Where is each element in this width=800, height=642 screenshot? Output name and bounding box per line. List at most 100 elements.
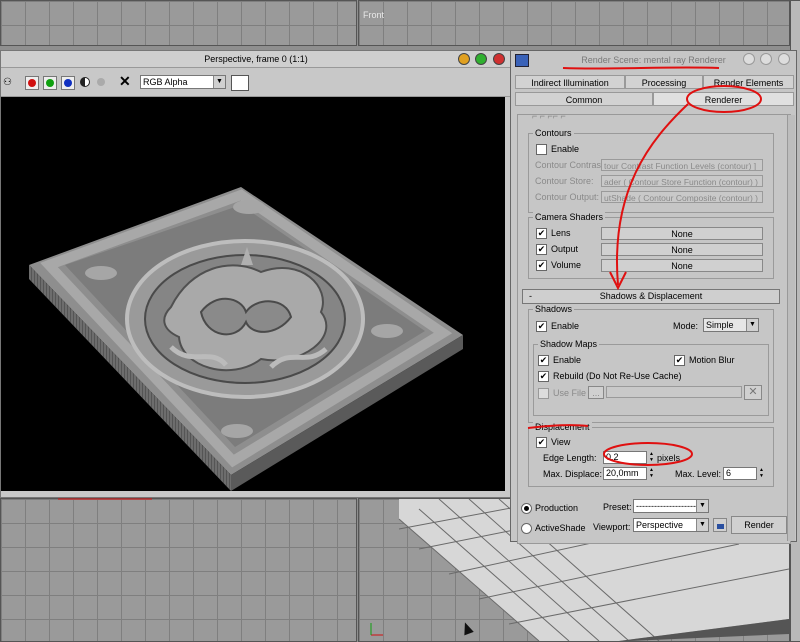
displacement-group-title: Displacement	[533, 422, 592, 432]
lens-shader-button[interactable]: None	[601, 227, 763, 240]
contour-output-field[interactable]: utShade ( Contour Composite (contour) )	[601, 191, 763, 203]
tab-indirect-illumination[interactable]: Indirect Illumination	[515, 75, 625, 89]
background-color-swatch[interactable]	[231, 75, 249, 91]
top-viewport[interactable]	[0, 0, 357, 46]
channel-select[interactable]: RGB Alpha ▼	[140, 75, 226, 89]
rebuild-label: Rebuild (Do Not Re-Use Cache)	[553, 371, 682, 381]
panel-scrollbar[interactable]	[787, 115, 795, 541]
shadows-enable-checkbox[interactable]: ✔	[536, 321, 547, 332]
max-displace-input[interactable]: 20,0mm	[603, 467, 647, 480]
edge-length-unit: pixels	[657, 453, 681, 463]
activeshade-radio[interactable]	[521, 523, 532, 534]
dropdown-arrow-icon: ▼	[696, 500, 708, 512]
front-viewport[interactable]: Front	[358, 0, 790, 46]
dropdown-arrow-icon: ▼	[696, 519, 708, 531]
axis-gizmo-icon	[370, 623, 383, 636]
contours-group-title: Contours	[533, 128, 574, 138]
front-viewport-label: Front	[363, 10, 385, 20]
displacement-view-label: View	[551, 437, 571, 447]
rendered-frame-window[interactable]: Perspective, frame 0 (1:1) ⚇ ✕ RGB Alpha…	[0, 50, 512, 498]
channel-swatch-icon[interactable]: ⚇	[3, 77, 12, 88]
contour-store-field[interactable]: ader ( Contour Store Function (contour) …	[601, 175, 763, 187]
mono-channel-toggle[interactable]	[95, 76, 107, 88]
render-button[interactable]: Render	[731, 516, 787, 534]
blue-channel-toggle[interactable]	[61, 76, 75, 90]
rebuild-checkbox[interactable]: ✔	[538, 371, 549, 382]
tab-render-elements[interactable]: Render Elements	[703, 75, 794, 89]
rendered-tile-image	[29, 187, 463, 491]
output-shader-button[interactable]: None	[601, 243, 763, 256]
edge-length-label: Edge Length:	[543, 453, 597, 463]
close-button[interactable]	[493, 53, 505, 65]
preset-value: --------------------	[636, 501, 696, 511]
tab-renderer[interactable]: Renderer	[653, 92, 794, 106]
frame-title: Perspective, frame 0 (1:1)	[204, 54, 308, 64]
displacement-view-checkbox[interactable]: ✔	[536, 437, 547, 448]
contours-enable-label: Enable	[551, 144, 580, 154]
output-label: Output	[551, 244, 579, 254]
volume-checkbox[interactable]: ✔	[536, 260, 547, 271]
channel-select-value: RGB Alpha	[143, 77, 188, 87]
use-file-checkbox[interactable]	[538, 388, 549, 399]
dialog-minimize-button[interactable]	[742, 53, 755, 65]
viewport-label: Viewport:	[593, 522, 631, 532]
shadow-maps-group-title: Shadow Maps	[538, 339, 600, 349]
contour-store-label: Contour Store:	[535, 176, 594, 186]
frame-titlebar[interactable]: Perspective, frame 0 (1:1)	[1, 51, 511, 68]
edge-length-spinner[interactable]: ▲ ▼	[648, 451, 655, 464]
clipped-text-row: ⌐ ⌐ ⌐⌐ ⌐	[532, 114, 566, 121]
motion-blur-checkbox[interactable]: ✔	[674, 355, 685, 366]
red-channel-icon	[28, 79, 36, 87]
dialog-app-icon	[515, 54, 529, 67]
left-viewport[interactable]	[0, 498, 357, 642]
rollout-title: Shadows & Displacement	[599, 291, 703, 301]
production-radio[interactable]	[521, 503, 532, 514]
viewport-select[interactable]: Perspective ▼	[633, 518, 709, 532]
shadows-group: Shadows ✔ Enable Mode: Simple ▼ Shadow M…	[528, 304, 774, 423]
alpha-channel-toggle[interactable]	[79, 76, 91, 88]
shadow-mode-select[interactable]: Simple ▼	[703, 318, 759, 332]
green-channel-toggle[interactable]	[43, 76, 57, 90]
volume-shader-button[interactable]: None	[601, 259, 763, 272]
mono-channel-icon	[97, 78, 105, 86]
dialog-close-button[interactable]	[778, 53, 790, 65]
max-level-spinner[interactable]: ▲ ▼	[758, 467, 765, 480]
clear-file-icon[interactable]: ✕	[744, 385, 762, 400]
tab-common[interactable]: Common	[515, 92, 653, 106]
max-level-input[interactable]: 6	[723, 467, 757, 480]
shadow-maps-enable-checkbox[interactable]: ✔	[538, 355, 549, 366]
max-displace-spinner[interactable]: ▲ ▼	[648, 467, 655, 480]
contours-group: Contours Enable Contour Contrast: tour C…	[528, 128, 774, 213]
title-underline-annotation	[562, 66, 720, 70]
lens-checkbox[interactable]: ✔	[536, 228, 547, 239]
shadows-displacement-rollout[interactable]: - Shadows & Displacement	[522, 289, 780, 304]
edge-length-input[interactable]: 0,2	[603, 451, 647, 464]
alpha-channel-icon	[80, 77, 90, 87]
production-label: Production	[535, 503, 579, 513]
max-level-label: Max. Level:	[675, 469, 722, 479]
clear-icon[interactable]: ✕	[119, 73, 131, 90]
camera-shaders-group: Camera Shaders ✔ Lens None ✔ Output None…	[528, 212, 774, 279]
use-file-label: Use File	[553, 388, 587, 398]
lock-viewport-button[interactable]	[713, 518, 727, 532]
volume-label: Volume	[551, 260, 582, 270]
camera-shaders-group-title: Camera Shaders	[533, 212, 606, 222]
dialog-maximize-button[interactable]	[760, 53, 773, 65]
tab-processing[interactable]: Processing	[625, 75, 703, 89]
contour-contrast-field[interactable]: tour Contrast Function Levels (contour) …	[601, 159, 763, 171]
dialog-title: Render Scene: mental ray Renderer	[581, 55, 726, 65]
contours-enable-checkbox[interactable]	[536, 144, 547, 155]
maximize-button[interactable]	[475, 53, 488, 65]
render-canvas	[1, 97, 505, 491]
use-file-path-field[interactable]	[606, 386, 742, 398]
preset-select[interactable]: -------------------- ▼	[633, 499, 709, 513]
motion-blur-label: Motion Blur	[689, 355, 735, 365]
preset-label: Preset:	[603, 502, 632, 512]
output-checkbox[interactable]: ✔	[536, 244, 547, 255]
minimize-button[interactable]	[457, 53, 470, 65]
render-scene-dialog[interactable]: Render Scene: mental ray Renderer Indire…	[510, 50, 797, 544]
use-file-browse-button[interactable]: ...	[588, 386, 604, 399]
shadow-maps-group: Shadow Maps ✔ Enable ✔ Motion Blur ✔ Reb…	[533, 339, 769, 416]
shadows-enable-label: Enable	[551, 321, 580, 331]
red-channel-toggle[interactable]	[25, 76, 39, 90]
